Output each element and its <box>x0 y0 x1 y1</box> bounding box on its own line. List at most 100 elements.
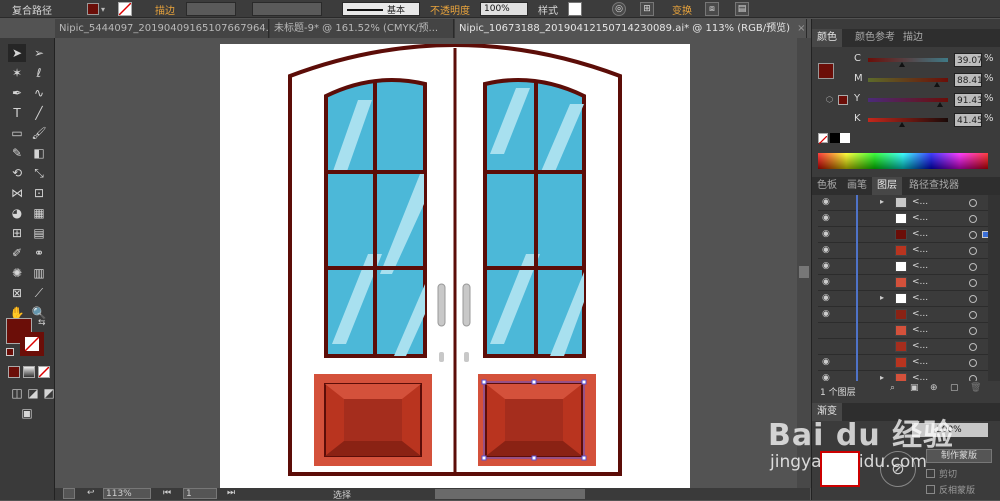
close-icon[interactable]: × <box>797 23 805 34</box>
channel-slider[interactable] <box>868 118 948 122</box>
fill-swatch[interactable] <box>87 3 99 15</box>
target-circle-icon[interactable] <box>969 375 977 381</box>
target-circle-icon[interactable] <box>969 199 977 207</box>
black-swatch[interactable] <box>830 133 840 143</box>
tab-color-guide[interactable]: 颜色参考 <box>850 29 900 47</box>
layer-name[interactable]: <... <box>912 373 928 381</box>
column-graph-tool-icon[interactable]: ▥ <box>30 264 48 282</box>
variable-width-dropdown[interactable] <box>252 2 322 16</box>
selection-tool-icon[interactable]: ➤ <box>8 44 26 62</box>
layer-name[interactable]: <... <box>912 325 928 335</box>
tab-document-3[interactable]: Nipic_10673188_20190412150714230089.ai* … <box>455 19 807 38</box>
default-colors-icon[interactable] <box>6 348 14 356</box>
layer-row[interactable]: <... <box>818 323 988 339</box>
direct-selection-tool-icon[interactable]: ➢ <box>30 44 48 62</box>
channel-slider[interactable] <box>868 58 948 62</box>
target-circle-icon[interactable] <box>969 231 977 239</box>
eyedropper-tool-icon[interactable]: ✐ <box>8 244 26 262</box>
screen-mode-icon[interactable]: ▣ <box>18 404 36 422</box>
new-sublayer-icon[interactable]: ⊕ <box>930 383 938 393</box>
artboard-tool-icon[interactable]: ⊠ <box>8 284 26 302</box>
layer-row[interactable]: ◉ <... <box>818 259 988 275</box>
target-circle-icon[interactable] <box>969 359 977 367</box>
layer-name[interactable]: <... <box>912 261 928 271</box>
locate-object-icon[interactable]: ⌕ <box>890 383 895 393</box>
layer-name[interactable]: <... <box>912 277 928 287</box>
tab-pathfinder[interactable]: 路径查找器 <box>904 177 964 195</box>
target-circle-icon[interactable] <box>969 279 977 287</box>
target-circle-icon[interactable] <box>969 263 977 271</box>
isolate-icon[interactable]: ⧈ <box>705 2 719 16</box>
tab-stroke[interactable]: 描边 <box>898 29 928 47</box>
channel-value[interactable]: 39.07 <box>954 53 983 67</box>
layer-name[interactable]: <... <box>912 245 928 255</box>
horizontal-scroll-thumb[interactable] <box>435 489 585 499</box>
visibility-eye-icon[interactable]: ◉ <box>822 245 830 255</box>
expand-arrow-icon[interactable]: ▸ <box>880 197 884 206</box>
zoom-field[interactable]: 113% <box>103 488 151 499</box>
rectangle-tool-icon[interactable]: ▭ <box>8 124 26 142</box>
visibility-eye-icon[interactable]: ◉ <box>822 229 830 239</box>
tab-swatches[interactable]: 色板 <box>812 177 842 195</box>
layer-name[interactable]: <... <box>912 357 928 367</box>
opacity-label[interactable]: 不透明度 <box>430 2 470 17</box>
layer-name[interactable]: <... <box>912 197 928 207</box>
width-tool-icon[interactable]: ⋈ <box>8 184 26 202</box>
slider-thumb[interactable] <box>898 62 905 67</box>
transform-label[interactable]: 变换 <box>672 2 692 17</box>
color-mode-icon[interactable] <box>8 366 20 378</box>
rotate-tool-icon[interactable]: ⟲ <box>8 164 26 182</box>
target-circle-icon[interactable] <box>969 295 977 303</box>
layer-row[interactable]: ◉ <... <box>818 275 988 291</box>
paintbrush-tool-icon[interactable]: 🖌 <box>30 124 48 142</box>
slice-tool-icon[interactable]: ⟋ <box>30 284 48 302</box>
stroke-weight-dropdown[interactable] <box>186 2 236 16</box>
expand-arrow-icon[interactable]: ▸ <box>880 293 884 302</box>
swap-colors-icon[interactable]: ⇆ <box>38 318 46 328</box>
tab-document-2[interactable]: 未标题-9* @ 161.52% (CMYK/预... <box>270 19 454 38</box>
trash-icon[interactable]: 🗑 <box>970 383 981 393</box>
scale-tool-icon[interactable]: ⤡ <box>30 164 48 182</box>
next-artboard-icon[interactable]: ⏭ <box>227 488 235 498</box>
channel-value[interactable]: 88.41 <box>954 73 983 87</box>
target-circle-icon[interactable] <box>969 311 977 319</box>
visibility-eye-icon[interactable]: ◉ <box>822 293 830 303</box>
tab-layers[interactable]: 图层 <box>872 177 902 195</box>
invert-mask-checkbox[interactable] <box>926 485 935 494</box>
door-illustration[interactable] <box>220 43 690 490</box>
slider-thumb[interactable] <box>933 82 940 87</box>
layer-row[interactable]: ◉ <... <box>818 243 988 259</box>
new-layer-icon[interactable]: ▢ <box>950 383 959 393</box>
arrange-icon[interactable]: ▤ <box>735 2 749 16</box>
layer-row[interactable]: ◉ ▸ <... <box>818 291 988 307</box>
expand-arrow-icon[interactable]: ▸ <box>880 373 884 381</box>
layer-name[interactable]: <... <box>912 213 928 223</box>
layer-row[interactable]: ◉ ▸ <... <box>818 195 988 211</box>
gradient-tool-icon[interactable]: ▤ <box>30 224 48 242</box>
shape-builder-tool-icon[interactable]: ◕ <box>8 204 26 222</box>
clip-checkbox[interactable] <box>926 469 935 478</box>
curvature-tool-icon[interactable]: ∿ <box>30 84 48 102</box>
free-transform-tool-icon[interactable]: ⊡ <box>30 184 48 202</box>
visibility-eye-icon[interactable]: ◉ <box>822 373 830 381</box>
target-circle-icon[interactable] <box>969 247 977 255</box>
target-circle-icon[interactable] <box>969 343 977 351</box>
stroke-color-box[interactable] <box>20 332 44 356</box>
tab-color[interactable]: 颜色 <box>812 29 842 47</box>
page-field[interactable]: 1 <box>183 488 217 499</box>
target-circle-icon[interactable] <box>969 327 977 335</box>
visibility-eye-icon[interactable]: ◉ <box>822 357 830 367</box>
artboard-nav-icon[interactable] <box>63 488 75 499</box>
channel-slider[interactable] <box>868 98 948 102</box>
first-artboard-icon[interactable]: ⏮ <box>163 488 171 498</box>
tab-brushes[interactable]: 画笔 <box>842 177 872 195</box>
layer-name[interactable]: <... <box>912 293 928 303</box>
magic-wand-tool-icon[interactable]: ✶ <box>8 64 26 82</box>
layer-row[interactable]: ◉ <... <box>818 227 988 243</box>
slider-thumb[interactable] <box>937 102 943 107</box>
white-swatch[interactable] <box>840 133 850 143</box>
canvas-area[interactable] <box>55 38 807 490</box>
target-circle-icon[interactable] <box>969 215 977 223</box>
visibility-eye-icon[interactable]: ◉ <box>822 261 830 271</box>
eraser-tool-icon[interactable]: ◧ <box>30 144 48 162</box>
